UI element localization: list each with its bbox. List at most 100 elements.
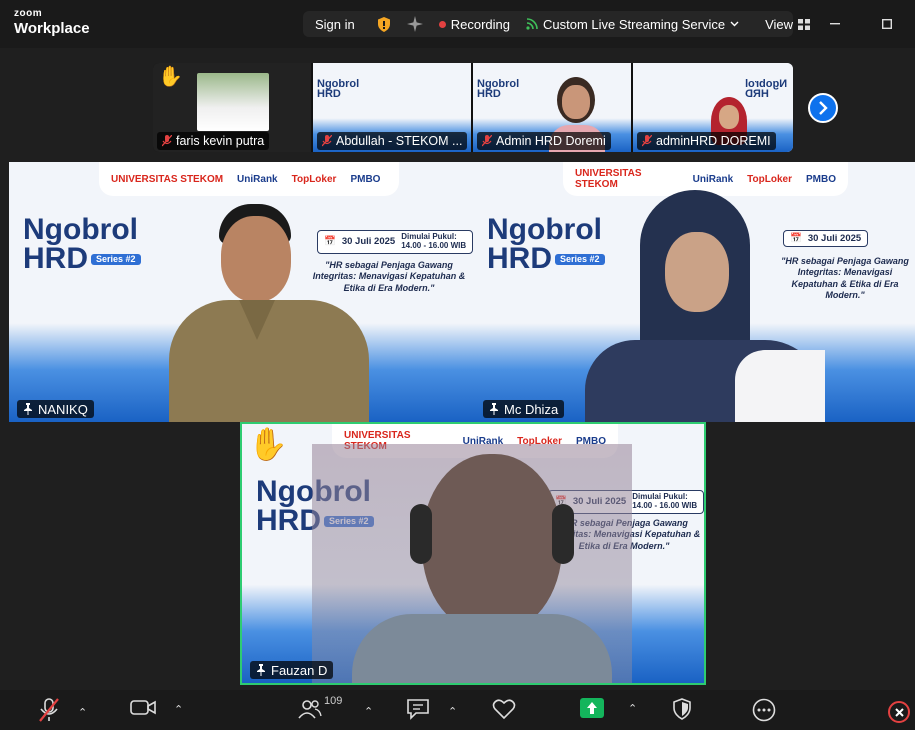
event-time: 14.00 - 16.00 WIB: [632, 500, 698, 510]
pin-icon: [490, 403, 498, 415]
slide-title-line2: HRD: [744, 88, 769, 101]
toploker-logo: TopLoker: [747, 173, 792, 185]
leave-control: [888, 701, 910, 723]
leave-button[interactable]: [888, 701, 910, 723]
tile-name-nanikq: NANIKQ: [38, 401, 88, 417]
next-page-button[interactable]: [808, 93, 838, 123]
muted-mic-icon: [39, 698, 59, 722]
more-options-button[interactable]: [752, 698, 776, 727]
recording-indicator[interactable]: Recording: [431, 11, 518, 37]
university-logo: UNIVERSITAS STEKOM: [575, 168, 642, 190]
video-options-caret[interactable]: ⌃: [174, 703, 183, 716]
slide-title-line2: HRD: [317, 88, 341, 101]
strip-tile-4-name: adminHRD DOREMI: [656, 134, 771, 148]
streaming-label: Custom Live Streaming Service: [543, 16, 726, 32]
tile-label-fauzan-d: Fauzan D: [250, 661, 334, 679]
video-tile-fauzan-d[interactable]: UNIVERSITAS STEKOM UniRank TopLoker PMBO…: [240, 422, 706, 685]
title-bar: zoom Workplace Sign in Recording Custom …: [0, 0, 915, 48]
more-icon: [752, 698, 776, 722]
ai-companion-button[interactable]: [399, 11, 431, 37]
pmbo-logo: PMBO: [806, 173, 836, 185]
video-control: ⌃: [130, 698, 183, 721]
video-camera-icon: [130, 700, 156, 715]
video-tile-mc-dhiza[interactable]: UNIVERSITAS STEKOM UniRank TopLoker PMBO…: [475, 162, 915, 422]
muted-mic-icon: [482, 135, 492, 147]
participant-strip: ✋ faris kevin putra Ngobrol HRD Abdullah…: [153, 63, 793, 152]
record-dot-icon: [438, 20, 446, 28]
tile-label-mc-dhiza: Mc Dhiza: [483, 400, 565, 418]
tile-label-nanikq: NANIKQ: [17, 400, 94, 418]
security-shield-button[interactable]: [369, 11, 399, 37]
participants-count: 109: [324, 695, 343, 707]
tile-name-fauzan-d: Fauzan D: [271, 662, 328, 678]
maximize-button[interactable]: [877, 14, 897, 34]
chat-control: ⌃: [406, 698, 457, 725]
chat-options-caret[interactable]: ⌃: [448, 705, 457, 718]
chat-icon: [407, 699, 429, 720]
muted-mic-icon: [322, 135, 332, 147]
strip-tile-1-name: faris kevin putra: [176, 134, 265, 148]
start-video-button[interactable]: [130, 698, 156, 721]
live-streaming-menu[interactable]: Custom Live Streaming Service: [518, 11, 747, 37]
unirank-logo: UniRank: [237, 173, 278, 185]
view-label: View: [765, 16, 794, 32]
strip-tile-4[interactable]: Ngobrol HRD adminHRD DOREMI: [633, 63, 793, 152]
chat-button[interactable]: [406, 698, 430, 725]
reactions-control: [492, 698, 516, 725]
unirank-logo: UniRank: [692, 173, 734, 185]
meeting-topbar: Sign in Recording Custom Live Streaming …: [303, 11, 811, 37]
pin-icon: [257, 664, 265, 676]
logo-zoom-text: zoom: [14, 8, 43, 19]
close-icon: [894, 707, 904, 717]
strip-tile-3[interactable]: Ngobrol HRD Admin HRD Doremi: [473, 63, 633, 152]
toploker-logo: TopLoker: [291, 173, 337, 185]
sign-in-button[interactable]: Sign in: [303, 11, 369, 37]
minimize-icon: [830, 23, 840, 25]
shield-icon: [377, 16, 390, 32]
shield-icon: [673, 698, 691, 720]
view-button[interactable]: View: [757, 11, 818, 37]
participants-button[interactable]: 109: [298, 695, 342, 725]
strip-tile-2[interactable]: Ngobrol HRD Abdullah - STEKOM ...: [313, 63, 473, 152]
raised-hand-icon: ✋: [158, 66, 183, 88]
heart-icon: [492, 699, 516, 720]
chevron-right-icon: [819, 101, 828, 115]
event-time-group: Dimulai Pukul: 14.00 - 16.00 WIB: [401, 232, 466, 251]
strip-tile-2-name: Abdullah - STEKOM ...: [336, 134, 463, 148]
slide-title: Ngobrol HRD: [317, 78, 359, 101]
sparkle-icon: [406, 16, 423, 32]
strip-tile-4-label: adminHRD DOREMI: [637, 132, 776, 150]
muted-mic-icon: [642, 135, 652, 147]
tile-name-mc-dhiza: Mc Dhiza: [504, 401, 559, 417]
audio-options-caret[interactable]: ⌃: [78, 706, 87, 719]
host-tools-button[interactable]: [672, 698, 692, 725]
muted-mic-icon: [162, 135, 172, 147]
video-tile-nanikq[interactable]: UNIVERSITAS STEKOM UniRank TopLoker PMBO…: [9, 162, 475, 422]
participants-control: 109 ⌃: [298, 695, 373, 725]
window-controls: [825, 14, 897, 34]
share-arrow-icon: [587, 702, 597, 714]
share-options-caret[interactable]: ⌃: [628, 702, 637, 715]
series-badge: Series #2: [91, 254, 141, 265]
slide-title: Ngobrol HRDSeries #2: [23, 213, 141, 275]
slide-title-line2: HRD: [477, 88, 501, 101]
profile-picture: [197, 73, 269, 131]
slide-title-line1: Ngobrol: [23, 213, 138, 246]
reactions-button[interactable]: [492, 698, 516, 725]
minimize-button[interactable]: [825, 14, 845, 34]
strip-tile-3-label: Admin HRD Doremi: [477, 132, 611, 150]
share-control: ⌃: [580, 698, 637, 718]
mute-button[interactable]: [38, 698, 60, 727]
strip-tile-1-label: faris kevin putra: [157, 132, 270, 150]
recording-label: Recording: [450, 16, 511, 32]
sponsor-banner: UNIVERSITAS STEKOM UniRank TopLoker PMBO: [99, 162, 399, 196]
participants-options-caret[interactable]: ⌃: [364, 705, 373, 718]
share-screen-button[interactable]: [580, 698, 604, 718]
slide-title-mirrored: Ngobrol HRD: [744, 78, 787, 101]
slide-title-line2: HRD: [23, 241, 88, 275]
grid-view-icon: [798, 18, 811, 30]
zoom-logo: zoom Workplace: [14, 8, 90, 37]
pin-icon: [24, 403, 32, 415]
raised-hand-icon: ✋: [248, 426, 288, 462]
strip-tile-1[interactable]: ✋ faris kevin putra: [153, 63, 313, 152]
